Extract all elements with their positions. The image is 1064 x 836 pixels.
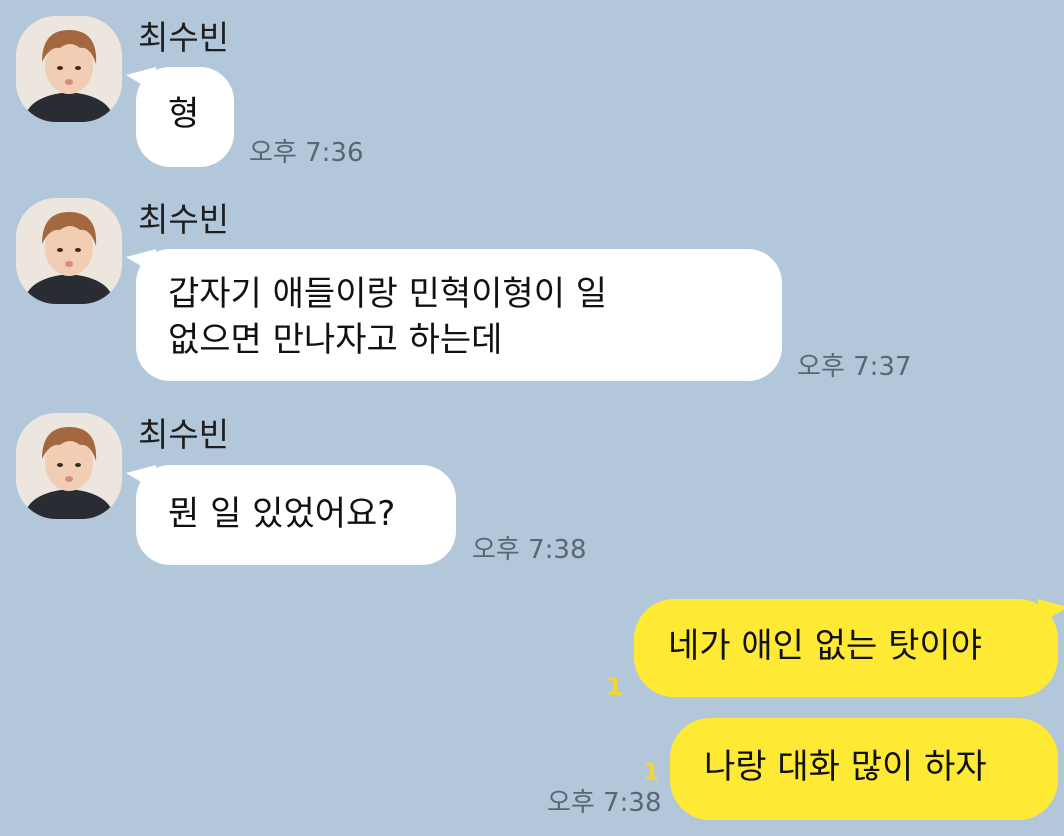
message-text: 나랑 대화 많이 하자 bbox=[704, 747, 987, 787]
message-text-line: 없으면 만나자고 하는데 bbox=[168, 320, 503, 360]
sender-name: 최수빈 bbox=[138, 415, 230, 454]
message-time: 오후 7:36 bbox=[249, 138, 364, 168]
bubble-tail-icon bbox=[126, 465, 156, 491]
message-bubble-outgoing[interactable]: 나랑 대화 많이 하자 bbox=[670, 718, 1058, 820]
sender-avatar[interactable] bbox=[16, 16, 122, 122]
message-time: 오후 7:38 bbox=[547, 788, 662, 818]
message-text: 형 bbox=[168, 94, 200, 134]
message-text: 네가 애인 없는 탓이야 bbox=[668, 626, 982, 666]
chat-room[interactable]: 최수빈 형 오후 7:36 최수빈 갑자기 애들이랑 민혁이형이 일 없으면 만… bbox=[0, 0, 1064, 836]
message-bubble[interactable]: 뭔 일 있었어요? bbox=[126, 465, 456, 565]
unread-count: 1 bbox=[606, 673, 623, 701]
avatar-photo-icon bbox=[16, 413, 122, 519]
sender-avatar[interactable] bbox=[16, 198, 122, 304]
message-text-line: 갑자기 애들이랑 민혁이형이 일 bbox=[168, 274, 608, 314]
message-text: 뭔 일 있었어요? bbox=[168, 494, 396, 534]
sender-name: 최수빈 bbox=[138, 200, 230, 239]
message-time: 오후 7:37 bbox=[797, 352, 912, 382]
bubble-tail-icon bbox=[1038, 599, 1064, 625]
sender-avatar[interactable] bbox=[16, 413, 122, 519]
message-bubble[interactable]: 갑자기 애들이랑 민혁이형이 일 없으면 만나자고 하는데 bbox=[126, 249, 782, 381]
sender-name: 최수빈 bbox=[138, 18, 230, 57]
bubble-tail-icon bbox=[126, 249, 156, 275]
message-time: 오후 7:38 bbox=[472, 535, 587, 565]
message-bubble[interactable]: 형 bbox=[126, 67, 234, 167]
avatar-photo-icon bbox=[16, 16, 122, 122]
message-bubble-outgoing[interactable]: 네가 애인 없는 탓이야 bbox=[634, 599, 1064, 697]
bubble-tail-icon bbox=[126, 67, 156, 93]
avatar-photo-icon bbox=[16, 198, 122, 304]
unread-count: 1 bbox=[643, 758, 660, 786]
